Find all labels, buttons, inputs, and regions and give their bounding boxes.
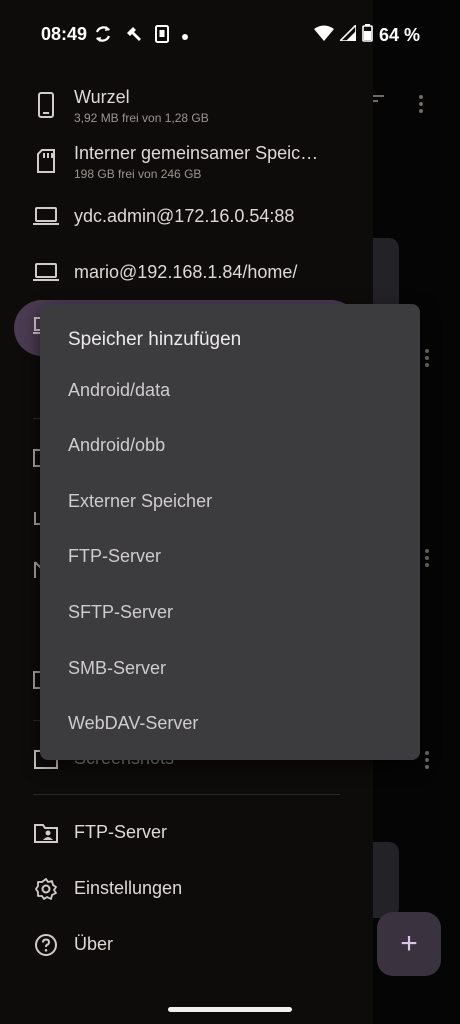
popup-item-label: Externer Speicher xyxy=(68,491,213,511)
storage-subtitle: 3,92 MB frei von 1,28 GB xyxy=(74,111,209,125)
wifi-icon xyxy=(313,25,334,46)
popup-item-label: WebDAV-Server xyxy=(68,713,199,733)
menu-item-settings[interactable]: Einstellungen xyxy=(0,874,373,904)
sync-icon xyxy=(93,24,113,49)
popup-item-android-data[interactable]: Android/data xyxy=(40,363,420,418)
more-vert-icon[interactable] xyxy=(424,548,430,573)
more-vert-icon[interactable] xyxy=(418,94,424,119)
gear-icon xyxy=(33,876,59,902)
status-notification-icons xyxy=(93,24,189,49)
popup-item-label: Android/data xyxy=(68,380,171,400)
popup-item-smb-server[interactable]: SMB-Server xyxy=(40,641,420,696)
storage-subtitle: 198 GB frei von 246 GB xyxy=(74,167,202,181)
battery-icon xyxy=(362,24,373,47)
more-vert-icon[interactable] xyxy=(424,348,430,373)
storage-item-internal[interactable]: Interner gemeinsamer Speic… 198 GB frei … xyxy=(0,140,373,184)
popup-item-ftp-server[interactable]: FTP-Server xyxy=(40,529,420,584)
storage-item-root[interactable]: Wurzel 3,92 MB frei von 1,28 GB xyxy=(0,84,373,128)
divider xyxy=(33,794,340,795)
menu-item-label: FTP-Server xyxy=(74,822,168,842)
status-bar: 08:49 64 % xyxy=(0,0,460,70)
plus-icon: + xyxy=(400,927,418,960)
popup-item-label: FTP-Server xyxy=(68,546,162,566)
storage-item-remote-1[interactable]: ydc.admin@172.16.0.54:88 xyxy=(0,200,373,234)
help-icon xyxy=(33,932,59,958)
status-right-icons: 64 % xyxy=(313,23,420,47)
popup-title: Speicher hinzufügen xyxy=(68,329,242,350)
folder-share-icon xyxy=(33,820,59,846)
storage-title: Wurzel xyxy=(74,87,130,107)
add-storage-popup: Speicher hinzufügen Android/data Android… xyxy=(40,304,420,760)
menu-item-ftp-server[interactable]: FTP-Server xyxy=(0,818,373,848)
bg-card xyxy=(372,842,399,918)
status-time: 08:49 xyxy=(41,24,88,44)
popup-item-label: SFTP-Server xyxy=(68,602,174,622)
menu-item-label: Über xyxy=(74,934,114,954)
add-fab-button[interactable]: + xyxy=(377,912,441,976)
popup-item-label: Android/obb xyxy=(68,435,166,455)
storage-title: mario@192.168.1.84/home/ xyxy=(74,262,298,282)
laptop-icon xyxy=(33,204,59,230)
popup-item-webdav-server[interactable]: WebDAV-Server xyxy=(40,696,420,751)
menu-item-label: Einstellungen xyxy=(74,878,183,898)
popup-item-android-obb[interactable]: Android/obb xyxy=(40,418,420,473)
phone-icon xyxy=(33,92,59,118)
popup-item-label: SMB-Server xyxy=(68,658,167,678)
storage-item-remote-2[interactable]: mario@192.168.1.84/home/ xyxy=(0,256,373,290)
laptop-icon xyxy=(33,260,59,286)
popup-item-sftp-server[interactable]: SFTP-Server xyxy=(40,585,420,640)
sd-card-icon xyxy=(33,148,59,174)
popup-item-external-storage[interactable]: Externer Speicher xyxy=(40,474,420,529)
home-indicator[interactable] xyxy=(168,1007,292,1012)
notification-dot-icon xyxy=(181,28,189,46)
tools-icon xyxy=(125,25,143,48)
signal-icon xyxy=(338,23,357,46)
menu-item-about[interactable]: Über xyxy=(0,930,373,960)
device-icon xyxy=(155,25,169,48)
storage-title: Interner gemeinsamer Speic… xyxy=(74,143,319,163)
battery-level: 64 % xyxy=(378,25,420,45)
more-vert-icon[interactable] xyxy=(424,750,430,775)
storage-title: ydc.admin@172.16.0.54:88 xyxy=(74,206,295,226)
